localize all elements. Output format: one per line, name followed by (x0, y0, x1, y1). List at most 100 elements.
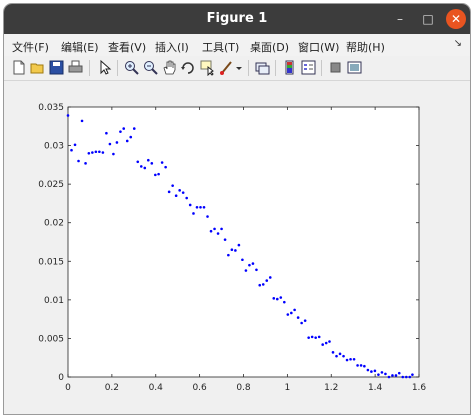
data-point (73, 143, 77, 147)
data-point (314, 336, 317, 339)
toolbar-separator (117, 60, 118, 76)
toolbar-separator (321, 60, 322, 76)
data-point (310, 335, 314, 339)
data-point (66, 114, 70, 117)
data-point (167, 190, 171, 194)
x-tick-label: 1.4 (368, 383, 383, 393)
data-point (290, 311, 293, 315)
data-point (150, 162, 154, 165)
legend-icon[interactable] (300, 59, 317, 76)
menu-tools[interactable]: 工具(T) (202, 39, 239, 55)
x-tick-label: 0.2 (105, 383, 119, 393)
data-point (283, 300, 286, 304)
close-icon[interactable]: ✕ (446, 9, 466, 29)
data-point (132, 127, 136, 130)
data-point (338, 352, 342, 356)
zoom-out-icon[interactable] (142, 59, 159, 76)
data-point (356, 364, 359, 367)
data-point (370, 370, 373, 373)
data-point (324, 341, 328, 345)
colorbar-icon[interactable] (281, 59, 298, 76)
menu-edit[interactable]: 编辑(E) (61, 39, 99, 55)
data-point (363, 364, 366, 368)
scatter-plot[interactable]: 0 0.2 0.4 0.6 0.8 1 1.2 1.4 1.6 0 0.005 0.01 0.015 0.… (4, 81, 470, 414)
data-point (70, 148, 73, 152)
toolbar (4, 56, 470, 81)
data-point (303, 319, 307, 322)
data-point (206, 215, 209, 218)
dock-arrow-icon[interactable]: ↘ (454, 38, 462, 49)
y-tick-label: 0.025 (38, 180, 64, 190)
data-point (115, 141, 119, 144)
data-point (154, 173, 157, 177)
data-point (255, 268, 258, 272)
data-point (80, 119, 84, 123)
data-point (227, 253, 230, 257)
zoom-in-icon[interactable] (123, 59, 140, 76)
data-point (213, 227, 216, 231)
toolbar-separator (89, 60, 90, 76)
pointer-icon[interactable] (96, 59, 113, 76)
data-point (216, 232, 220, 235)
save-icon[interactable] (48, 59, 65, 76)
data-point (122, 127, 126, 130)
print-icon[interactable] (67, 59, 84, 76)
axes-background (67, 106, 420, 378)
data-point (268, 276, 272, 279)
data-point (394, 374, 398, 377)
data-point (307, 336, 310, 339)
data-point (234, 249, 237, 252)
maximize-icon[interactable]: □ (418, 9, 438, 29)
figure-canvas: 0 0.2 0.4 0.6 0.8 1 1.2 1.4 1.6 0 0.005 0.01 0.015 0.… (4, 81, 470, 414)
new-figure-icon[interactable] (10, 59, 27, 76)
data-point (209, 229, 213, 233)
data-point (129, 135, 133, 139)
title-bar[interactable]: Figure 1 – □ ✕ (4, 4, 470, 34)
data-point (192, 212, 195, 215)
data-point (251, 262, 255, 265)
data-point (397, 371, 401, 375)
menu-desktop[interactable]: 桌面(D) (250, 39, 289, 55)
data-point (105, 131, 108, 135)
data-point (349, 357, 352, 361)
data-point (272, 297, 276, 300)
menu-help[interactable]: 帮助(H) (346, 39, 385, 55)
data-point (244, 269, 248, 272)
x-tick-label: 1.2 (324, 383, 338, 393)
menu-file[interactable]: 文件(F) (12, 39, 49, 55)
data-point (286, 313, 290, 316)
data-point (112, 152, 115, 156)
data-point (202, 205, 206, 209)
menu-window[interactable]: 窗口(W) (298, 39, 339, 55)
data-point (279, 296, 283, 299)
menu-view[interactable]: 查看(V) (108, 39, 146, 55)
data-point (373, 369, 377, 373)
data-point (143, 166, 147, 170)
link-plot-icon[interactable] (254, 59, 271, 76)
data-point (139, 165, 143, 168)
data-point (174, 194, 178, 198)
hide-plot-tools-icon[interactable] (327, 59, 344, 76)
data-cursor-icon[interactable] (199, 59, 216, 76)
data-point (220, 227, 223, 231)
data-point (119, 130, 122, 133)
rotate-3d-icon[interactable] (180, 59, 197, 76)
y-tick-label: 0 (58, 373, 64, 383)
menu-insert[interactable]: 插入(I) (155, 39, 189, 55)
data-point (181, 191, 185, 194)
data-point (342, 354, 345, 358)
brush-icon[interactable] (218, 59, 235, 76)
minimize-icon[interactable]: – (390, 9, 410, 29)
data-point (146, 158, 150, 162)
open-file-icon[interactable] (29, 59, 46, 76)
data-point (293, 308, 296, 312)
data-point (384, 372, 387, 376)
y-tick-label: 0.03 (44, 142, 64, 152)
x-tick-label: 1.6 (412, 383, 427, 393)
brush-dropdown-icon[interactable] (235, 59, 243, 76)
data-point (77, 159, 80, 163)
pan-hand-icon[interactable] (161, 59, 178, 76)
data-point (94, 150, 98, 154)
show-plot-tools-icon[interactable] (346, 59, 363, 76)
data-point (188, 203, 192, 207)
